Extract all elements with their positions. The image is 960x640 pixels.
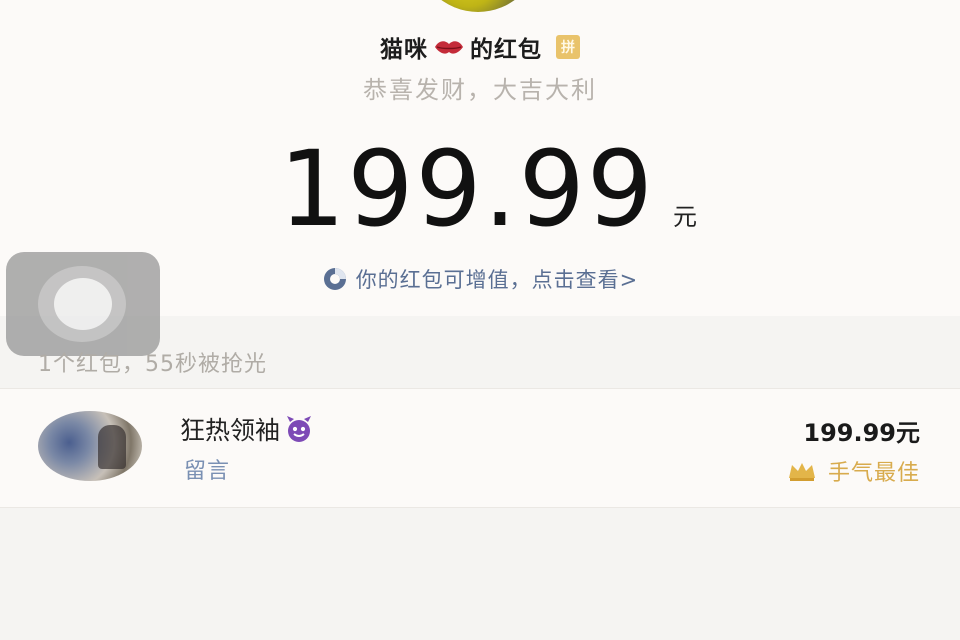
- sender-title-suffix: 的红包: [470, 37, 542, 63]
- best-luck-label: 手气最佳: [827, 461, 920, 486]
- value-link-icon: [323, 268, 346, 290]
- greeting-message: 恭喜发财，大吉大利: [363, 76, 597, 104]
- value-link-text: 你的红包可增值，点击查看>: [355, 268, 639, 292]
- devil-icon: [287, 416, 312, 442]
- receiver-amount: 199.99元: [803, 419, 920, 447]
- receiver-record[interactable]: 狂热领袖 留言 199.99元 手气最佳: [0, 388, 960, 508]
- sender-title-row: 猫咪 的红包 拼: [0, 30, 960, 64]
- floating-button-dot: [54, 278, 112, 330]
- best-luck-tag: 手气最佳: [786, 455, 920, 487]
- sender-name: 猫咪: [380, 37, 428, 63]
- receiver-avatar[interactable]: [38, 411, 142, 481]
- amount-display: 199.99 元: [0, 128, 960, 250]
- receiver-name-row: 狂热领袖: [180, 411, 314, 447]
- floating-assistive-button[interactable]: [6, 252, 160, 356]
- crown-icon: [788, 463, 815, 481]
- sender-avatar[interactable]: [416, 0, 540, 12]
- amount-unit: 元: [672, 203, 697, 231]
- received-amount: 199.99: [279, 128, 655, 250]
- group-badge: 拼: [556, 35, 580, 59]
- lips-icon: [435, 41, 463, 54]
- redpacket-summary: 1个红包，55秒被抢光: [38, 352, 267, 377]
- receiver-message[interactable]: 留言: [184, 453, 230, 485]
- receiver-name: 狂热领袖: [180, 416, 281, 445]
